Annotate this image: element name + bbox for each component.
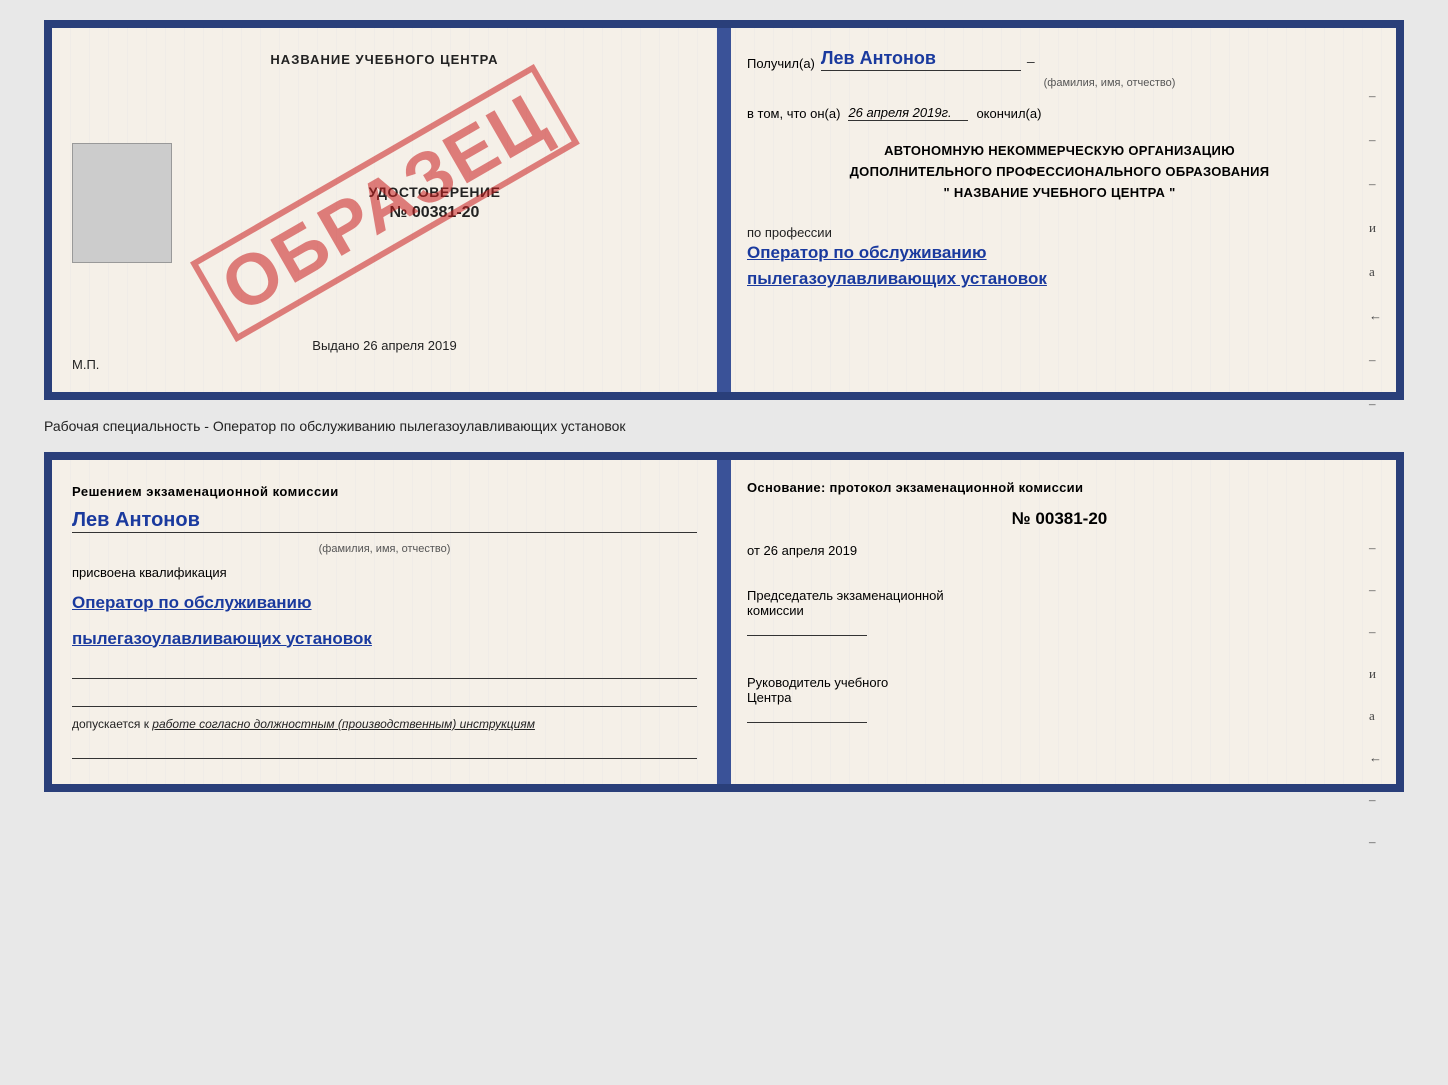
- rukovoditel-label-1: Руководитель учебного: [747, 675, 1372, 690]
- osnование-label: Основание: протокол экзаменационной коми…: [747, 480, 1372, 495]
- bottom-name: Лев Антонов: [72, 509, 697, 533]
- org-line3: " НАЗВАНИЕ УЧЕБНОГО ЦЕНТРА ": [747, 183, 1372, 204]
- recipient-name: Лев Антонов: [821, 48, 1021, 71]
- right-dashes-bottom: – – – и а ← – –: [1369, 540, 1382, 850]
- допускается-line: допускается к работе согласно должностны…: [72, 717, 697, 731]
- dash-5: –: [1369, 396, 1382, 412]
- date-value: 26 апреля 2019г.: [848, 105, 968, 121]
- bdash-5: –: [1369, 834, 1382, 850]
- dash-2: –: [1369, 132, 1382, 148]
- bdash-2: –: [1369, 582, 1382, 598]
- profession-block: по профессии Оператор по обслуживанию пы…: [747, 225, 1372, 291]
- date-prefix: в том, что он(а): [747, 106, 840, 121]
- document-container: НАЗВАНИЕ УЧЕБНОГО ЦЕНТРА УДОСТОВЕРЕНИЕ №…: [44, 20, 1404, 792]
- qualification-label: присвоена квалификация: [72, 565, 697, 580]
- cert-photo: [72, 143, 172, 263]
- rukovoditel-block: Руководитель учебного Центра: [747, 675, 1372, 728]
- допускается-value: работе согласно должностным (производств…: [152, 717, 535, 731]
- book-spine: [717, 28, 731, 392]
- blank-line-1: [72, 661, 697, 679]
- bottom-certificate-book: Решением экзаменационной комиссии Лев Ан…: [44, 452, 1404, 792]
- udostoverenie-label: УДОСТОВЕРЕНИЕ: [369, 184, 501, 200]
- profession-value-1: Оператор по обслуживанию: [747, 240, 1372, 266]
- decision-label: Решением экзаменационной комиссии: [72, 484, 697, 499]
- cert-main-area: УДОСТОВЕРЕНИЕ № 00381-20 ОБРАЗЕЦ: [72, 77, 697, 328]
- org-line2: ДОПОЛНИТЕЛЬНОГО ПРОФЕССИОНАЛЬНОГО ОБРАЗО…: [747, 162, 1372, 183]
- issued-label: Выдано: [312, 338, 359, 353]
- separator-text: Рабочая специальность - Оператор по обсл…: [44, 412, 626, 440]
- date-suffix: окончил(а): [976, 106, 1041, 121]
- dash-4: –: [1369, 352, 1382, 368]
- mp-label: М.П.: [72, 357, 99, 372]
- profession-label: по профессии: [747, 225, 1372, 240]
- bdash-a: а: [1369, 708, 1382, 724]
- org-line1: АВТОНОМНУЮ НЕКОММЕРЧЕСКУЮ ОРГАНИЗАЦИЮ: [747, 141, 1372, 162]
- recipient-line: Получил(а) Лев Антонов –: [747, 48, 1372, 71]
- recipient-subtitle: (фамилия, имя, отчество): [847, 77, 1372, 89]
- issued-date: 26 апреля 2019: [363, 338, 457, 353]
- bottom-left-page: Решением экзаменационной комиссии Лев Ан…: [52, 460, 719, 784]
- cert-title: НАЗВАНИЕ УЧЕБНОГО ЦЕНТРА: [270, 52, 498, 67]
- dash-arrow: ←: [1369, 308, 1382, 324]
- recipient-dash: –: [1027, 53, 1035, 69]
- protocol-date-prefix: от: [747, 543, 760, 558]
- qualification-value-1: Оператор по обслуживанию: [72, 590, 697, 616]
- protocol-date-value: 26 апреля 2019: [764, 543, 858, 558]
- top-certificate-book: НАЗВАНИЕ УЧЕБНОГО ЦЕНТРА УДОСТОВЕРЕНИЕ №…: [44, 20, 1404, 400]
- protocol-number: № 00381-20: [747, 509, 1372, 529]
- bdash-3: –: [1369, 624, 1382, 640]
- bdash-1: –: [1369, 540, 1382, 556]
- bottom-name-subtitle: (фамилия, имя, отчество): [72, 543, 697, 555]
- qualification-value-2: пылегазоулавливающих установок: [72, 626, 697, 652]
- blank-line-2: [72, 689, 697, 707]
- predsedatel-sig-line: [747, 618, 867, 636]
- right-dashes: – – – и а ← – –: [1369, 88, 1382, 412]
- protocol-date: от 26 апреля 2019: [747, 543, 1372, 558]
- cert-number: № 00381-20: [390, 204, 480, 222]
- predsedatel-label-1: Председатель экзаменационной: [747, 588, 1372, 603]
- predsedatel-block: Председатель экзаменационной комиссии: [747, 588, 1372, 641]
- dash-a: а: [1369, 264, 1382, 280]
- dash-3: –: [1369, 176, 1382, 192]
- dash-i: и: [1369, 220, 1382, 236]
- bottom-book-spine: [717, 460, 731, 784]
- date-line: в том, что он(а) 26 апреля 2019г. окончи…: [747, 105, 1372, 121]
- dash-1: –: [1369, 88, 1382, 104]
- blank-line-3: [72, 741, 697, 759]
- recipient-label: Получил(а): [747, 56, 815, 71]
- cert-left-page: НАЗВАНИЕ УЧЕБНОГО ЦЕНТРА УДОСТОВЕРЕНИЕ №…: [52, 28, 719, 392]
- bdash-i: и: [1369, 666, 1382, 682]
- cert-right-page: Получил(а) Лев Антонов – (фамилия, имя, …: [719, 28, 1396, 392]
- org-block: АВТОНОМНУЮ НЕКОММЕРЧЕСКУЮ ОРГАНИЗАЦИЮ ДО…: [747, 141, 1372, 203]
- rukovoditel-label-2: Центра: [747, 690, 1372, 705]
- predsedatel-label-2: комиссии: [747, 603, 1372, 618]
- bottom-right-page: Основание: протокол экзаменационной коми…: [719, 460, 1396, 784]
- допускается-prefix: допускается к: [72, 717, 149, 731]
- cert-middle-text: УДОСТОВЕРЕНИЕ № 00381-20: [172, 174, 697, 232]
- cert-issued-line: Выдано 26 апреля 2019: [312, 338, 456, 353]
- rukovoditel-sig-line: [747, 705, 867, 723]
- bdash-arrow: ←: [1369, 750, 1382, 766]
- profession-value-2: пылегазоулавливающих установок: [747, 266, 1372, 292]
- bdash-4: –: [1369, 792, 1382, 808]
